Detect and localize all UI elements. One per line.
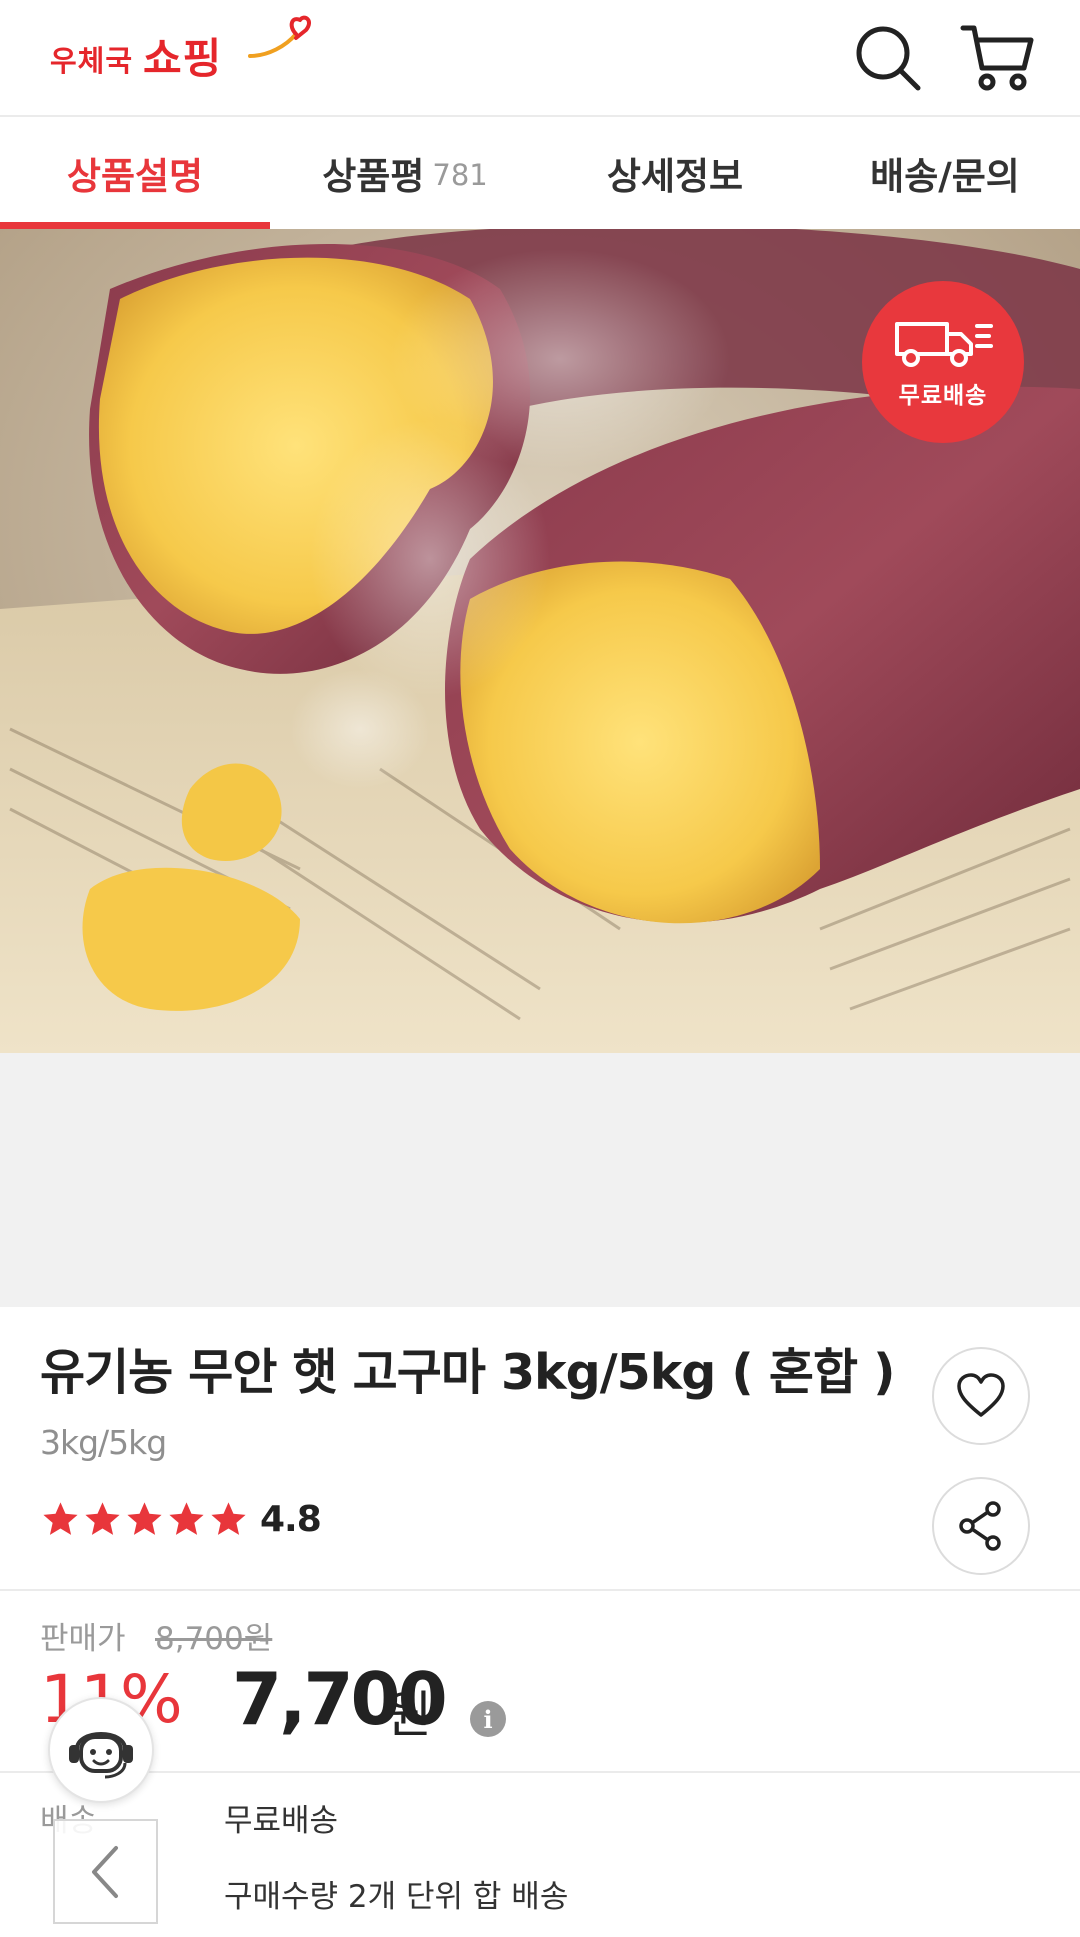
product-image[interactable]: 무료배송 [0,229,1080,1053]
price-label: 판매가 [40,1621,126,1657]
tab-details[interactable]: 상세정보 [540,117,810,229]
free-shipping-badge: 무료배송 [862,281,1024,443]
sale-price-unit: 원 [386,1686,432,1744]
logo-heart-icon [248,15,311,58]
original-price: 8,700원 [155,1621,273,1657]
chatbot-button[interactable] [48,1697,154,1803]
delivery-section: 배송 무료배송 구매수량 2개 단위 합 배송 [0,1773,1080,1937]
star-icon [211,1502,246,1535]
delivery-truck-icon [895,322,993,367]
rating-value: 4.8 [260,1499,322,1540]
logo-text-big: 쇼핑 [143,34,223,83]
star-icon [127,1502,162,1535]
delivery-fee: 무료배송 [224,1803,339,1839]
app-header: 우체국 쇼핑 [0,0,1080,117]
share-button[interactable] [932,1477,1030,1575]
price-info-icon[interactable]: i [470,1701,506,1737]
image-placeholder-area [0,1053,1080,1307]
back-button[interactable] [53,1819,158,1924]
badge-text: 무료배송 [898,383,988,409]
chatbot-headset-icon [69,1732,133,1779]
heart-icon [957,1373,1005,1417]
star-icon [43,1502,78,1535]
tab-label: 상품평 [322,155,425,198]
review-count: 781 [432,158,488,192]
tab-reviews[interactable]: 상품평 781 [270,117,540,229]
price-section: 판매가 8,700원 11% 7,700 원 i [0,1591,1080,1773]
search-icon [856,26,921,91]
star-icon [169,1502,204,1535]
logo-text-small: 우체국 [50,44,134,78]
tab-label: 상세정보 [606,155,744,198]
tab-label: 배송/문의 [870,155,1020,198]
search-button[interactable] [848,18,928,98]
product-tabs: 상품설명 상품평 781 상세정보 배송/문의 [0,117,1080,229]
star-icon [85,1502,120,1535]
tab-label: 상품설명 [66,155,204,198]
product-info: 유기농 무안 햇 고구마 3kg/5kg ( 혼합 ) 3kg/5kg 4.8 [0,1307,1080,1591]
chevron-left-icon [91,1845,118,1898]
logo[interactable]: 우체국 쇼핑 [50,12,311,92]
product-title: 유기농 무안 햇 고구마 3kg/5kg ( 혼합 ) [40,1344,895,1401]
tab-description[interactable]: 상품설명 [0,117,270,229]
tab-shipping-inquiry[interactable]: 배송/문의 [810,117,1080,229]
product-rating[interactable]: 4.8 [40,1499,322,1540]
cart-button[interactable] [958,18,1038,98]
share-icon [959,1501,1001,1551]
wishlist-button[interactable] [932,1347,1030,1445]
product-option: 3kg/5kg [40,1423,167,1462]
cart-icon [960,25,1034,91]
delivery-note: 구매수량 2개 단위 합 배송 [224,1879,569,1915]
